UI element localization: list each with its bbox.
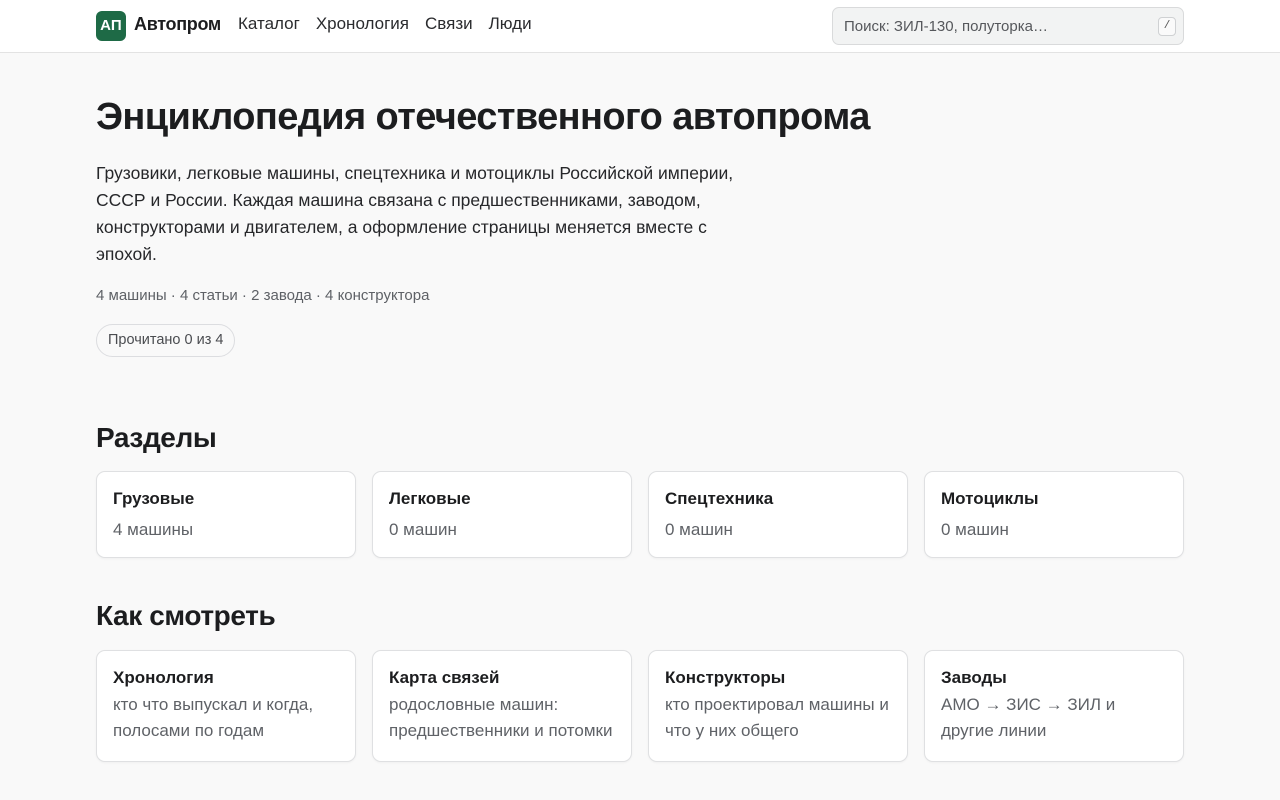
view-card-description: родословные машин: предшественники и пот… bbox=[389, 695, 613, 740]
view-card-description: АМО → ЗИС → ЗИЛ и другие линии bbox=[941, 695, 1116, 740]
search-input[interactable] bbox=[844, 8, 1144, 44]
search-shortcut-hint: / bbox=[1158, 17, 1176, 36]
stats-line: 4 машины · 4 статьи · 2 завода · 4 конст… bbox=[96, 287, 430, 304]
view-card-description: кто что выпускал и когда, полосами по го… bbox=[113, 695, 314, 740]
view-card-factories[interactable]: Заводы АМО → ЗИС → ЗИЛ и другие линии bbox=[924, 650, 1184, 762]
section-card-cars[interactable]: Легковые 0 машин bbox=[372, 471, 632, 558]
section-card-count: 0 машин bbox=[389, 520, 457, 539]
view-card-link-map[interactable]: Карта связей родословные машин: предшест… bbox=[372, 650, 632, 762]
view-card-description: кто проектировал машины и что у них обще… bbox=[665, 695, 889, 740]
section-card-trucks[interactable]: Грузовые 4 машины bbox=[96, 471, 356, 558]
section-card-special[interactable]: Спецтехника 0 машин bbox=[648, 471, 908, 558]
nav-chronology-link[interactable]: Хронология bbox=[316, 14, 409, 34]
section-card-title: Грузовые bbox=[113, 489, 195, 508]
view-card-title: Заводы bbox=[941, 668, 1007, 687]
section-card-count: 0 машин bbox=[665, 520, 733, 539]
view-card-title: Конструкторы bbox=[665, 668, 786, 687]
reading-progress-badge: Прочитано 0 из 4 bbox=[96, 324, 236, 357]
logo-mark[interactable]: АП bbox=[96, 11, 126, 41]
section-card-title: Легковые bbox=[389, 489, 471, 508]
view-card-chronology[interactable]: Хронология кто что выпускал и когда, пол… bbox=[96, 650, 356, 762]
views-heading: Как смотреть bbox=[96, 600, 276, 631]
page-lead-text: Грузовики, легковые машины, спецтехника … bbox=[96, 163, 734, 264]
views-grid: Хронология кто что выпускал и когда, пол… bbox=[96, 650, 1184, 762]
section-card-title: Спецтехника bbox=[665, 489, 774, 508]
logo-text[interactable]: Автопром bbox=[134, 14, 221, 35]
sections-grid: Грузовые 4 машины Легковые 0 машин Спецт… bbox=[96, 471, 1184, 558]
section-card-title: Мотоциклы bbox=[941, 489, 1039, 508]
main-nav: Каталог Хронология Связи Люди bbox=[238, 14, 532, 34]
nav-catalog-link[interactable]: Каталог bbox=[238, 14, 300, 34]
section-card-count: 4 машины bbox=[113, 520, 194, 539]
sections-heading: Разделы bbox=[96, 422, 217, 453]
view-card-title: Хронология bbox=[113, 668, 214, 687]
nav-links-link[interactable]: Связи bbox=[425, 14, 473, 34]
nav-people-link[interactable]: Люди bbox=[489, 14, 532, 34]
section-card-motorcycles[interactable]: Мотоциклы 0 машин bbox=[924, 471, 1184, 558]
top-navigation-bar: АП Автопром Каталог Хронология Связи Люд… bbox=[0, 0, 1280, 53]
view-card-title: Карта связей bbox=[389, 668, 500, 687]
section-card-count: 0 машин bbox=[941, 520, 1009, 539]
page-title: Энциклопедия отечественного автопрома bbox=[96, 96, 870, 138]
search-box: / bbox=[832, 7, 1184, 45]
view-card-designers[interactable]: Конструкторы кто проектировал машины и ч… bbox=[648, 650, 908, 762]
